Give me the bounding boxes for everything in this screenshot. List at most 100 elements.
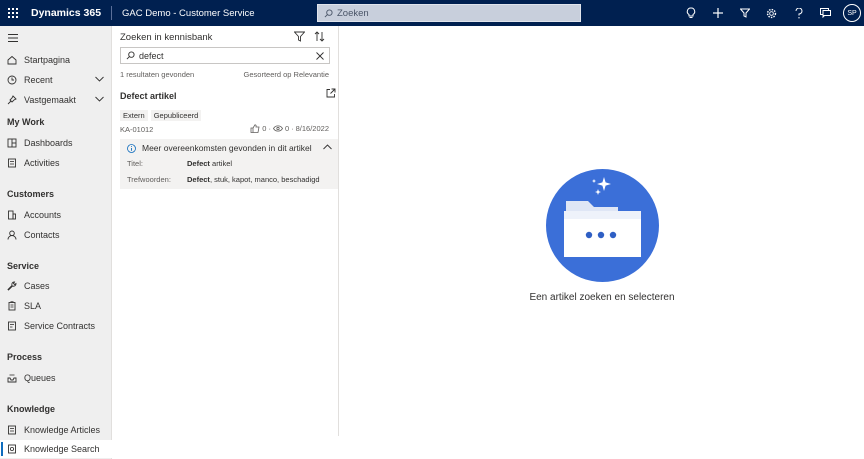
top-bar: Dynamics 365 GAC Demo - Customer Service…	[0, 0, 864, 26]
nav-item-label: Cases	[24, 281, 50, 291]
close-icon[interactable]	[316, 52, 324, 60]
waffle-icon	[8, 8, 18, 18]
article-icon	[7, 425, 17, 435]
nav-section-customers: Customers	[7, 189, 55, 199]
chat-button[interactable]	[812, 0, 839, 26]
filter-icon	[739, 8, 750, 18]
home-icon	[7, 55, 17, 65]
nav-item-contacts[interactable]: Contacts	[0, 226, 112, 244]
match-highlight: Defect	[187, 175, 210, 184]
nav-item-label: Recent	[24, 75, 53, 85]
tag-published: Gepubliceerd	[150, 110, 202, 121]
hamburger-menu-icon[interactable]	[8, 34, 18, 42]
match-text: artikel	[209, 159, 233, 168]
nav-item-recent[interactable]: Recent	[0, 71, 112, 89]
chevron-up-icon[interactable]	[323, 144, 332, 150]
nav-item-label: Contacts	[24, 230, 60, 240]
more-matches-header[interactable]: Meer overeenkomsten gevonden in dit arti…	[127, 143, 312, 153]
match-row-keywords: Trefwoorden: Defect, stuk, kapot, manco, …	[127, 175, 320, 184]
nav-item-label: Knowledge Articles	[24, 425, 101, 435]
settings-button[interactable]	[758, 0, 785, 26]
sort-icon[interactable]	[314, 31, 325, 42]
contract-icon	[7, 321, 17, 331]
user-avatar[interactable]: SP	[843, 4, 861, 22]
nav-item-activities[interactable]: Activities	[0, 154, 112, 172]
nav-section-service: Service	[7, 261, 40, 271]
new-button[interactable]	[704, 0, 731, 26]
nav-item-cases[interactable]: Cases	[0, 277, 112, 295]
search-icon	[324, 8, 333, 17]
eye-icon	[272, 125, 283, 132]
nav-item-label: Accounts	[24, 210, 62, 220]
nav-item-knowledge-search[interactable]: Knowledge Search	[0, 440, 112, 458]
nav-item-label: Dashboards	[24, 138, 73, 148]
nav-item-label: Knowledge Search	[24, 444, 100, 454]
search-icon	[126, 51, 135, 60]
building-icon	[7, 210, 17, 220]
views-count: 0	[284, 124, 290, 133]
open-in-new-icon[interactable]	[326, 88, 336, 98]
knowledge-search-icon	[7, 444, 17, 454]
likes-count: 0	[262, 124, 267, 133]
nav-item-label: Startpagina	[24, 55, 71, 65]
nav-item-pinned[interactable]: Vastgemaakt	[0, 91, 112, 109]
sla-icon	[7, 301, 17, 311]
sort-label[interactable]: Gesorteerd op Relevantie	[244, 70, 329, 79]
nav-item-knowledge-articles[interactable]: Knowledge Articles	[0, 421, 112, 439]
empty-state-illustration	[546, 169, 659, 282]
help-button[interactable]	[785, 0, 812, 26]
pin-icon	[7, 95, 17, 105]
person-icon	[7, 230, 17, 240]
plus-icon	[712, 8, 723, 18]
results-count: 1 resultaten gevonden	[120, 70, 195, 79]
nav-item-home[interactable]: Startpagina	[0, 51, 112, 69]
dashboard-icon	[7, 138, 17, 148]
nav-item-queues[interactable]: Queues	[0, 369, 112, 387]
filter-icon[interactable]	[294, 31, 305, 42]
gear-icon	[766, 8, 777, 18]
nav-item-label: Activities	[24, 158, 60, 168]
nav-section-my-work: My Work	[7, 117, 45, 127]
help-icon	[795, 7, 802, 18]
nav-item-label: Queues	[24, 373, 56, 383]
info-icon	[127, 143, 136, 153]
folder-sparkle-icon	[564, 177, 641, 257]
knowledge-search-panel: Zoeken in kennisbank 1 resultaten gevond…	[112, 26, 339, 436]
article-id: KA-01012	[120, 125, 154, 134]
article-stats: 0 · 0 · 8/16/2022	[250, 124, 329, 133]
panel-title: Zoeken in kennisbank	[120, 32, 213, 43]
more-matches-title: Meer overeenkomsten gevonden in dit arti…	[142, 143, 312, 153]
stats-separator: ·	[268, 124, 271, 133]
match-highlight: Defect	[187, 159, 210, 168]
chevron-down-icon[interactable]	[95, 96, 104, 102]
nav-item-dashboards[interactable]: Dashboards	[0, 134, 112, 152]
sitemap-nav: Startpagina Recent Vastgemaakt My Work D…	[0, 26, 112, 459]
lightbulb-button[interactable]	[677, 0, 704, 26]
chat-icon	[820, 8, 831, 18]
global-search-placeholder: Zoeken	[337, 7, 369, 19]
stats-separator: ·	[291, 124, 294, 133]
nav-item-sla[interactable]: SLA	[0, 297, 112, 315]
wrench-icon	[7, 281, 17, 291]
nav-item-accounts[interactable]: Accounts	[0, 206, 112, 224]
knowledge-search-field[interactable]	[120, 47, 330, 64]
knowledge-search-input[interactable]	[139, 50, 309, 61]
match-label: Trefwoorden:	[127, 175, 171, 184]
advanced-find-button[interactable]	[731, 0, 758, 26]
app-launcher-button[interactable]	[0, 0, 26, 26]
nav-item-label: SLA	[24, 301, 42, 311]
match-row-title: Titel: Defect artikel	[127, 159, 232, 168]
match-text: , stuk, kapot, manco, beschadigd	[209, 175, 320, 184]
nav-item-service-contracts[interactable]: Service Contracts	[0, 317, 112, 335]
article-title[interactable]: Defect artikel	[120, 91, 177, 101]
clock-icon	[7, 75, 17, 85]
lightbulb-icon	[686, 7, 695, 18]
brand-name[interactable]: Dynamics 365	[26, 6, 113, 20]
app-name[interactable]: GAC Demo - Customer Service	[112, 8, 255, 19]
activities-icon	[7, 158, 17, 168]
nav-item-label: Service Contracts	[24, 321, 96, 331]
chevron-down-icon[interactable]	[95, 76, 104, 82]
global-search-input[interactable]: Zoeken	[317, 4, 581, 22]
more-matches-section: Meer overeenkomsten gevonden in dit arti…	[120, 139, 338, 189]
nav-item-label: Vastgemaakt	[24, 95, 76, 105]
